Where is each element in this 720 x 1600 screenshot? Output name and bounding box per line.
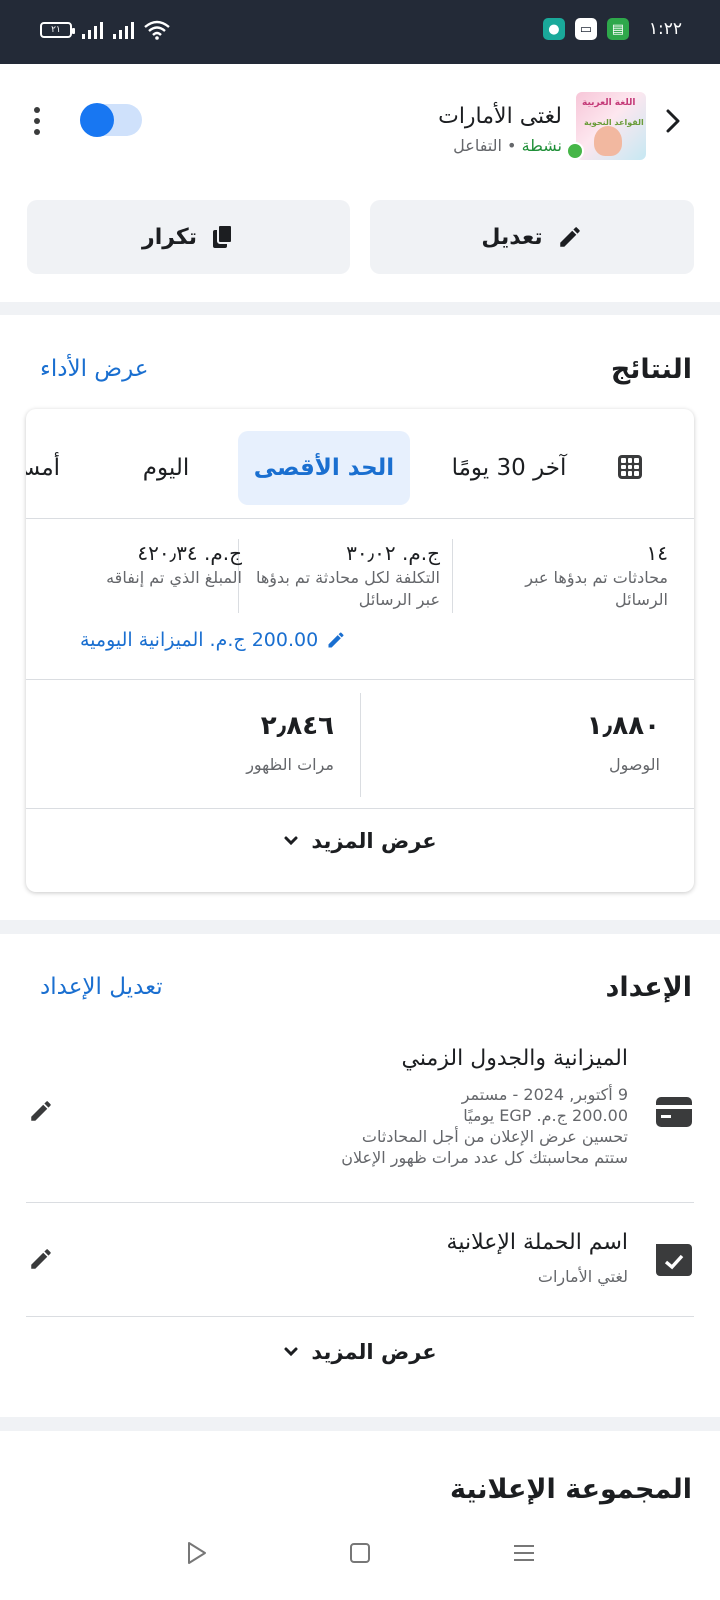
signal-icon xyxy=(82,21,103,39)
metric-amount-spent: ج.م. ٤٢٠٫٣٤ المبلغ الذي تم إنفاقه xyxy=(42,541,242,589)
setup-title: الإعداد xyxy=(605,972,692,1003)
pencil-icon xyxy=(328,632,344,648)
tab-maximum[interactable]: الحد الأقصى xyxy=(238,431,410,505)
metric-divider xyxy=(360,693,361,797)
edit-budget-pencil-icon[interactable] xyxy=(28,1098,54,1124)
credit-card-icon xyxy=(656,1097,692,1127)
copy-icon xyxy=(212,224,233,248)
duplicate-button-label: تكرار xyxy=(142,224,197,250)
signal-icon-2 xyxy=(113,21,134,39)
pencil-icon xyxy=(559,227,580,247)
metric-label: المبلغ الذي تم إنفاقه xyxy=(106,568,242,587)
page-thumbnail: اللغة العربية القواعد النحوية xyxy=(576,92,646,160)
edit-setup-link[interactable]: تعديل الإعداد xyxy=(40,974,163,1000)
battery-icon: ٢١ xyxy=(40,22,75,38)
thumbnail-figure xyxy=(594,126,622,156)
status-objective: التفاعل xyxy=(453,136,502,155)
wifi-icon xyxy=(144,20,170,40)
ad-set-title: المجموعة الإعلانية xyxy=(449,1474,692,1505)
table-icon[interactable] xyxy=(618,455,642,479)
budget-schedule-details: 9 أكتوبر, 2024 - مستمر 200.00 ج.م. EGP ي… xyxy=(341,1084,628,1168)
edit-campaign-name-pencil-icon[interactable] xyxy=(28,1246,54,1272)
campaign-name-value: لغتي الأمارات xyxy=(537,1267,628,1286)
metric-value: ج.م. ٤٢٠٫٣٤ xyxy=(137,541,242,565)
metric-impressions: ٢٫٨٤٦ مرات الظهور xyxy=(246,711,334,774)
home-square-icon[interactable] xyxy=(346,1539,374,1567)
campaign-status: نشطة • التفاعل xyxy=(453,136,562,155)
chat-icon: ▤ xyxy=(606,18,629,40)
schedule-optimization: تحسين عرض الإعلان من أجل المحادثات xyxy=(361,1127,628,1146)
menu-icon[interactable] xyxy=(510,1539,538,1567)
metric-value: ١٤ xyxy=(646,541,668,565)
metric-reach: ١٫٨٨٠ الوصول xyxy=(587,711,660,774)
status-bar: ٢١ ● ▭ ▤ ١:٢٢ xyxy=(0,0,720,64)
thumbnail-text-2: القواعد النحوية xyxy=(584,118,644,127)
impressions-value: ٢٫٨٤٦ xyxy=(260,711,334,741)
edit-button[interactable]: تعديل xyxy=(370,200,694,274)
chevron-right-icon[interactable] xyxy=(662,106,684,136)
metric-conversations: ١٤ محادثات تم بدؤها عبر الرسائل xyxy=(478,541,668,611)
reach-value: ١٫٨٨٠ xyxy=(586,711,660,741)
active-status-dot xyxy=(566,142,584,160)
folder-check-icon xyxy=(656,1244,692,1276)
metric-divider xyxy=(452,539,453,613)
tab-last-30-days[interactable]: آخر 30 يومًا xyxy=(434,431,584,505)
setup-see-more-button[interactable]: عرض المزيد xyxy=(0,1340,720,1364)
edit-button-label: تعديل xyxy=(481,224,543,250)
results-divider xyxy=(26,808,694,809)
results-see-more-button[interactable]: عرض المزيد xyxy=(26,829,694,853)
status-right: ● ▭ ▤ ١:٢٢ xyxy=(542,18,682,40)
battery-level: ٢١ xyxy=(51,25,61,35)
system-navigation-bar xyxy=(0,1525,720,1600)
budget-schedule-title: الميزانية والجدول الزمني xyxy=(401,1046,628,1071)
status-separator: • xyxy=(507,136,517,155)
clock: ١:٢٢ xyxy=(648,19,682,39)
view-performance-link[interactable]: عرض الأداء xyxy=(40,356,149,382)
results-title: النتائج xyxy=(610,354,692,385)
daily-budget-label: 200.00 ج.م. الميزانية اليومية xyxy=(80,629,319,651)
campaign-toggle[interactable] xyxy=(80,103,142,137)
notification-icon: ▭ xyxy=(574,18,597,40)
chevron-down-icon xyxy=(284,836,298,846)
schedule-billing: ستتم محاسبتك كل عدد مرات ظهور الإعلان xyxy=(341,1148,628,1167)
messenger-icon: ● xyxy=(542,18,565,40)
see-more-label: عرض المزيد xyxy=(311,829,437,853)
impressions-label: مرات الظهور xyxy=(246,755,334,774)
toggle-knob xyxy=(80,103,114,137)
date-range-tabs: آخر 30 يومًا الحد الأقصى اليوم أمس xyxy=(26,409,694,519)
status-active-label: نشطة xyxy=(521,136,562,155)
daily-budget-link[interactable]: 200.00 ج.م. الميزانية اليومية xyxy=(80,629,346,651)
tab-yesterday[interactable]: أمس xyxy=(26,431,60,505)
more-options-icon[interactable] xyxy=(28,104,46,138)
thumbnail-text-1: اللغة العربية xyxy=(582,98,636,108)
see-more-label: عرض المزيد xyxy=(311,1340,437,1364)
reach-label: الوصول xyxy=(608,755,660,774)
results-divider xyxy=(26,679,694,680)
results-card: آخر 30 يومًا الحد الأقصى اليوم أمس ١٤ مح… xyxy=(26,409,694,892)
status-left: ٢١ xyxy=(40,20,170,40)
setup-divider xyxy=(26,1316,694,1317)
back-triangle-icon[interactable] xyxy=(182,1539,210,1567)
schedule-dates: 9 أكتوبر, 2024 - مستمر xyxy=(461,1085,628,1104)
metric-cost-per-conversation: ج.م. ٣٠٫٠٢ التكلفة لكل محادثة تم بدؤها ع… xyxy=(250,541,440,611)
metric-value: ج.م. ٣٠٫٠٢ xyxy=(346,541,440,565)
chevron-down-icon xyxy=(284,1347,298,1357)
page-name: لغتى الأمارات xyxy=(438,104,562,129)
tab-today[interactable]: اليوم xyxy=(116,431,216,505)
metric-label: التكلفة لكل محادثة تم بدؤها عبر الرسائل xyxy=(255,568,440,609)
campaign-name-title: اسم الحملة الإعلانية xyxy=(446,1230,628,1255)
duplicate-button[interactable]: تكرار xyxy=(27,200,350,274)
setup-divider xyxy=(26,1202,694,1203)
schedule-budget: 200.00 ج.م. EGP يوميًا xyxy=(463,1106,628,1125)
metric-label: محادثات تم بدؤها عبر الرسائل xyxy=(525,568,668,609)
